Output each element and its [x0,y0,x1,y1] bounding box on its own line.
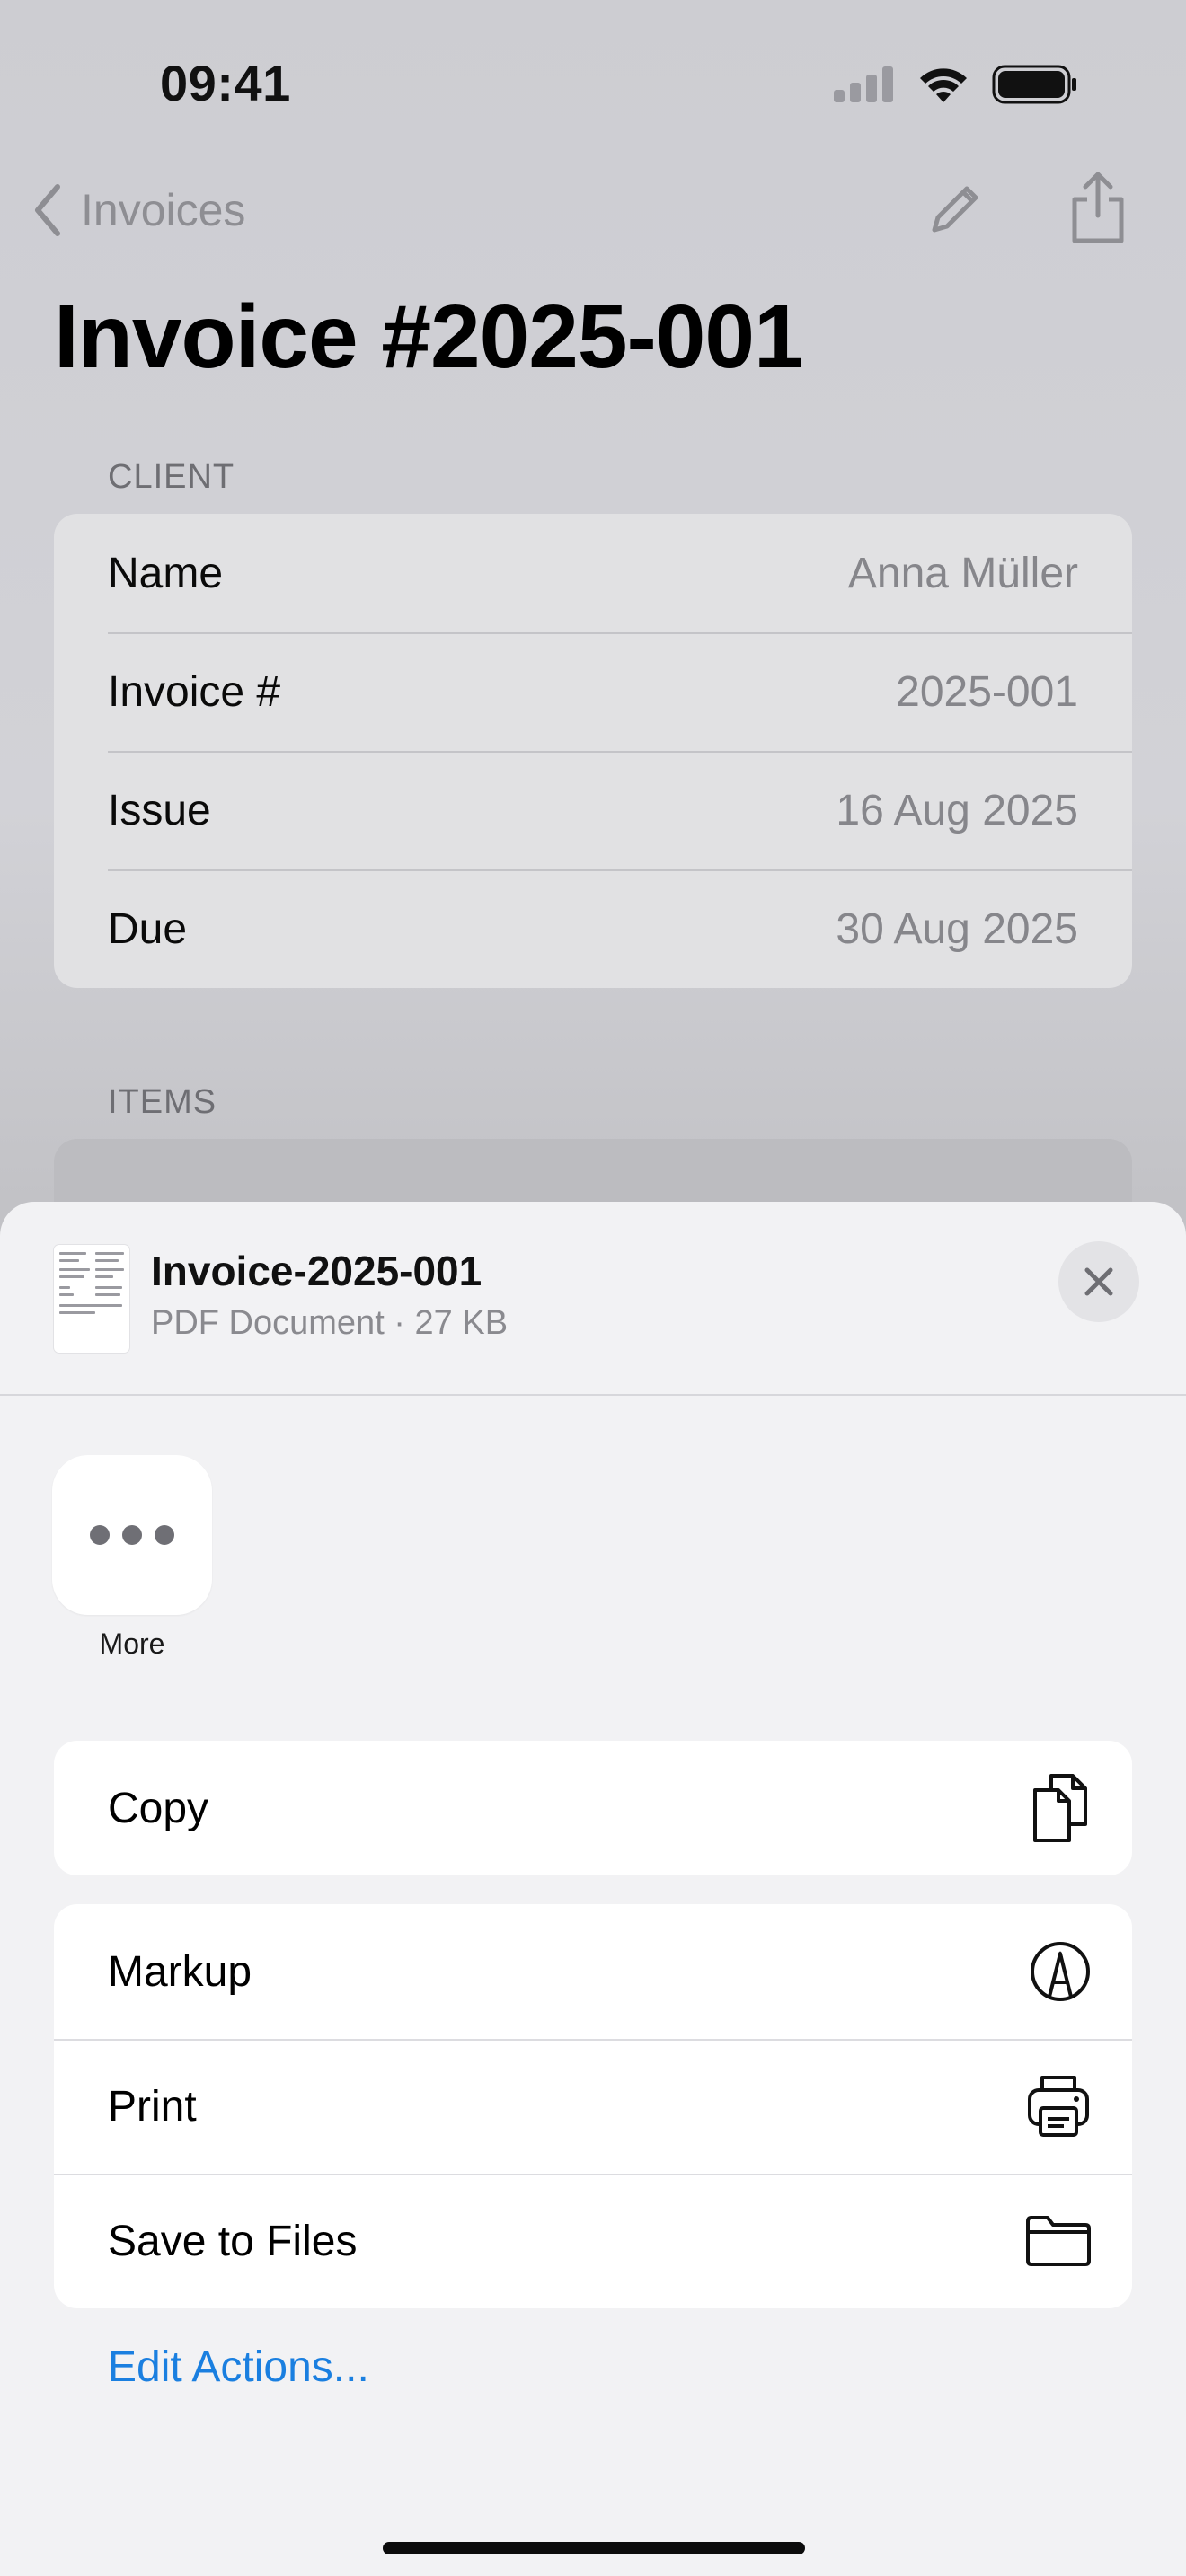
home-indicator[interactable] [383,2542,805,2554]
close-icon [1084,1267,1113,1296]
action-group-main: Markup Print Save to Files [54,1904,1132,2308]
close-button[interactable] [1058,1241,1139,1322]
edit-actions-link[interactable]: Edit Actions... [108,2342,369,2392]
share-icon [1072,172,1124,243]
row-key: Due [108,904,188,953]
more-apps-button[interactable] [52,1455,212,1615]
items-section-label: ITEMS [108,1083,217,1121]
page-title: Invoice #2025-001 [54,287,804,387]
action-label: Copy [108,1784,209,1832]
wifi-icon [920,68,967,102]
share-button[interactable] [1067,171,1128,251]
print-icon [1028,2076,1089,2137]
print-action[interactable]: Print [54,2039,1132,2174]
cellular-signal-icon [834,66,893,102]
document-meta: PDF Document · 27 KB [151,1304,509,1342]
document-thumbnail [54,1245,129,1353]
client-row-due-date: Due 30 Aug 2025 [54,869,1132,988]
ellipsis-dot [155,1525,174,1545]
row-key: Name [108,549,224,597]
markup-action[interactable]: Markup [54,1904,1132,2039]
action-label: Print [108,2082,197,2130]
chevron-left-icon [35,184,60,236]
client-row-name: Name Anna Müller [54,514,1132,632]
edit-button[interactable] [927,180,981,242]
copy-action[interactable]: Copy [54,1741,1132,1875]
row-value: 16 Aug 2025 [836,786,1078,834]
client-row-invoice-number: Invoice # 2025-001 [54,632,1132,751]
document-name: Invoice-2025-001 [151,1248,482,1294]
row-value: Anna Müller [847,549,1078,597]
action-label: Markup [108,1947,252,1996]
share-sheet-header: Invoice-2025-001 PDF Document · 27 KB [0,1202,1186,1396]
status-icons [834,65,1078,104]
client-row-issue-date: Issue 16 Aug 2025 [54,751,1132,869]
client-section-label: CLIENT [108,458,235,496]
back-button-label: Invoices [81,185,246,235]
folder-icon [1026,2216,1091,2266]
action-group-copy: Copy [54,1741,1132,1875]
markup-icon [1031,1942,1090,2001]
copy-icon [1033,1774,1087,1842]
battery-icon [992,65,1076,104]
back-button[interactable]: Invoices [32,183,245,237]
row-key: Invoice # [108,667,281,716]
client-details-card: Name Anna Müller Invoice # 2025-001 Issu… [54,514,1132,988]
pencil-icon [932,186,978,233]
status-bar: 09:41 [0,0,1186,171]
row-value: 30 Aug 2025 [836,904,1078,953]
status-time: 09:41 [160,55,291,111]
more-apps-label: More [99,1628,165,1660]
row-key: Issue [108,786,211,834]
navigation-bar: Invoices [0,171,1186,260]
share-sheet: Invoice-2025-001 PDF Document · 27 KB Mo… [0,1202,1186,2576]
action-label: Save to Files [108,2217,358,2265]
save-to-files-action[interactable]: Save to Files [54,2174,1132,2308]
row-value: 2025-001 [896,667,1078,716]
ellipsis-dot [122,1525,142,1545]
ellipsis-icon [90,1525,110,1545]
